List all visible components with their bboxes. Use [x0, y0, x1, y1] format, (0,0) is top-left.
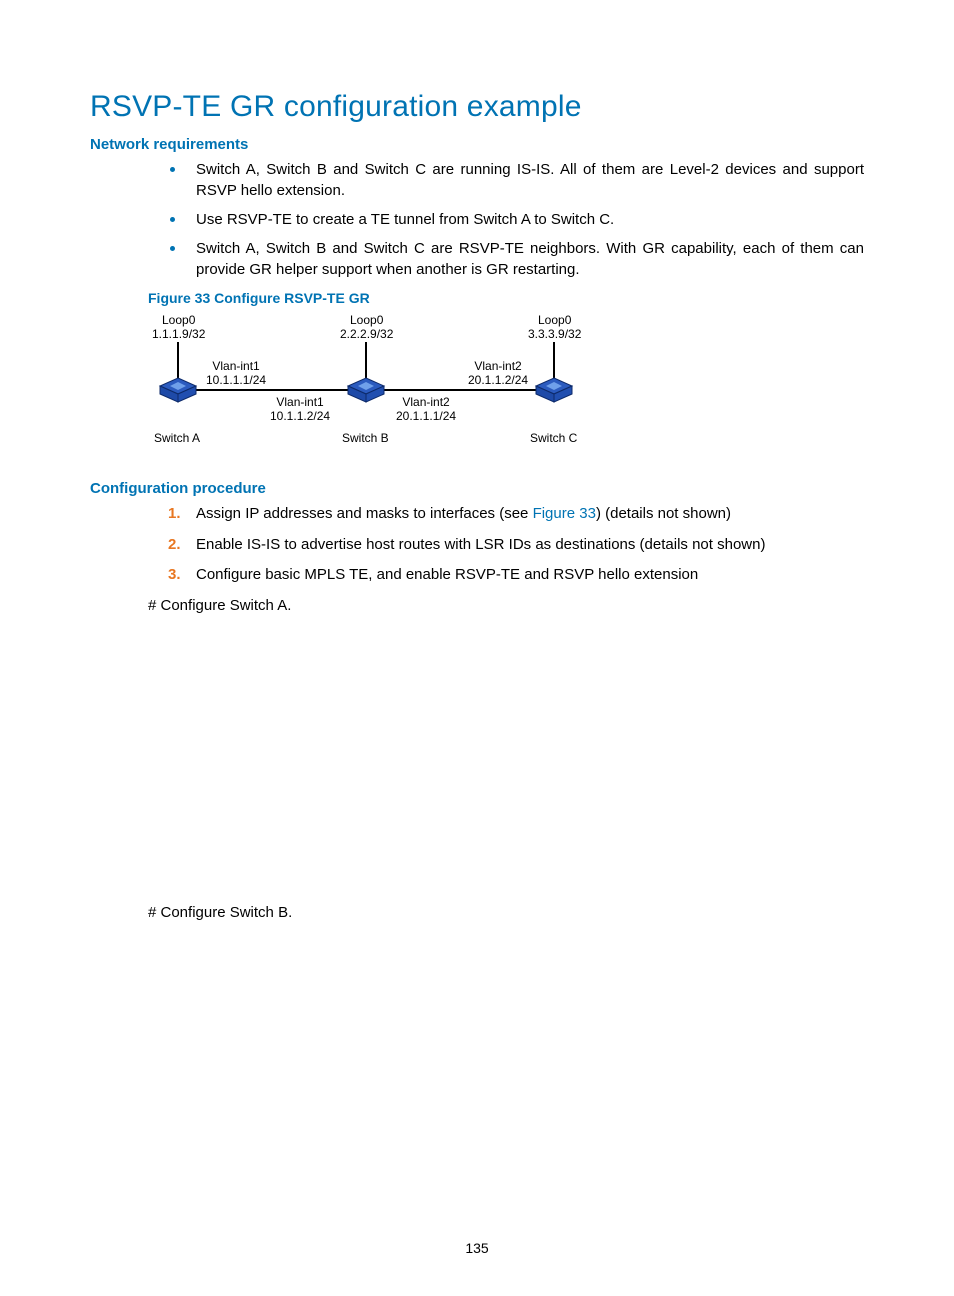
- list-item: Switch A, Switch B and Switch C are runn…: [168, 159, 864, 201]
- figure-33-diagram: Loop0 1.1.1.9/32 Loop0 2.2.2.9/32 Loop0 …: [148, 312, 608, 452]
- page-container: RSVP-TE GR configuration example Network…: [0, 0, 954, 1296]
- diagram-label: Loop0 1.1.1.9/32: [152, 314, 205, 342]
- switch-icon: [534, 376, 574, 404]
- page-title: RSVP-TE GR configuration example: [90, 90, 864, 124]
- heading-network-requirements: Network requirements: [90, 136, 864, 153]
- diagram-label: Switch C: [530, 432, 577, 446]
- configuration-steps-list: Assign IP addresses and masks to interfa…: [90, 503, 864, 587]
- list-item: Assign IP addresses and masks to interfa…: [168, 503, 864, 526]
- list-item: Switch A, Switch B and Switch C are RSVP…: [168, 238, 864, 280]
- list-item: Enable IS-IS to advertise host routes wi…: [168, 534, 864, 557]
- switch-icon: [158, 376, 198, 404]
- diagram-label: Loop0 2.2.2.9/32: [340, 314, 393, 342]
- diagram-label: Switch B: [342, 432, 389, 446]
- diagram-label: Vlan-int1 10.1.1.1/24: [206, 360, 266, 388]
- switch-icon: [346, 376, 386, 404]
- list-item: Configure basic MPLS TE, and enable RSVP…: [168, 564, 864, 587]
- heading-configuration-procedure: Configuration procedure: [90, 480, 864, 497]
- list-item: Use RSVP-TE to create a TE tunnel from S…: [168, 209, 864, 230]
- diagram-label: Switch A: [154, 432, 200, 446]
- step-text: Assign IP addresses and masks to interfa…: [196, 505, 533, 522]
- network-requirements-list: Switch A, Switch B and Switch C are runn…: [90, 159, 864, 280]
- diagram-label: Vlan-int2 20.1.1.1/24: [396, 396, 456, 424]
- diagram-label: Vlan-int2 20.1.1.2/24: [468, 360, 528, 388]
- step-text: ) (details not shown): [596, 505, 731, 522]
- diagram-label: Vlan-int1 10.1.1.2/24: [270, 396, 330, 424]
- figure-33-link[interactable]: Figure 33: [533, 505, 596, 522]
- configure-switch-a-note: # Configure Switch A.: [148, 597, 864, 614]
- diagram-label: Loop0 3.3.3.9/32: [528, 314, 581, 342]
- figure-caption: Figure 33 Configure RSVP-TE GR: [148, 290, 864, 306]
- page-number: 135: [0, 1240, 954, 1256]
- configure-switch-b-note: # Configure Switch B.: [148, 904, 864, 921]
